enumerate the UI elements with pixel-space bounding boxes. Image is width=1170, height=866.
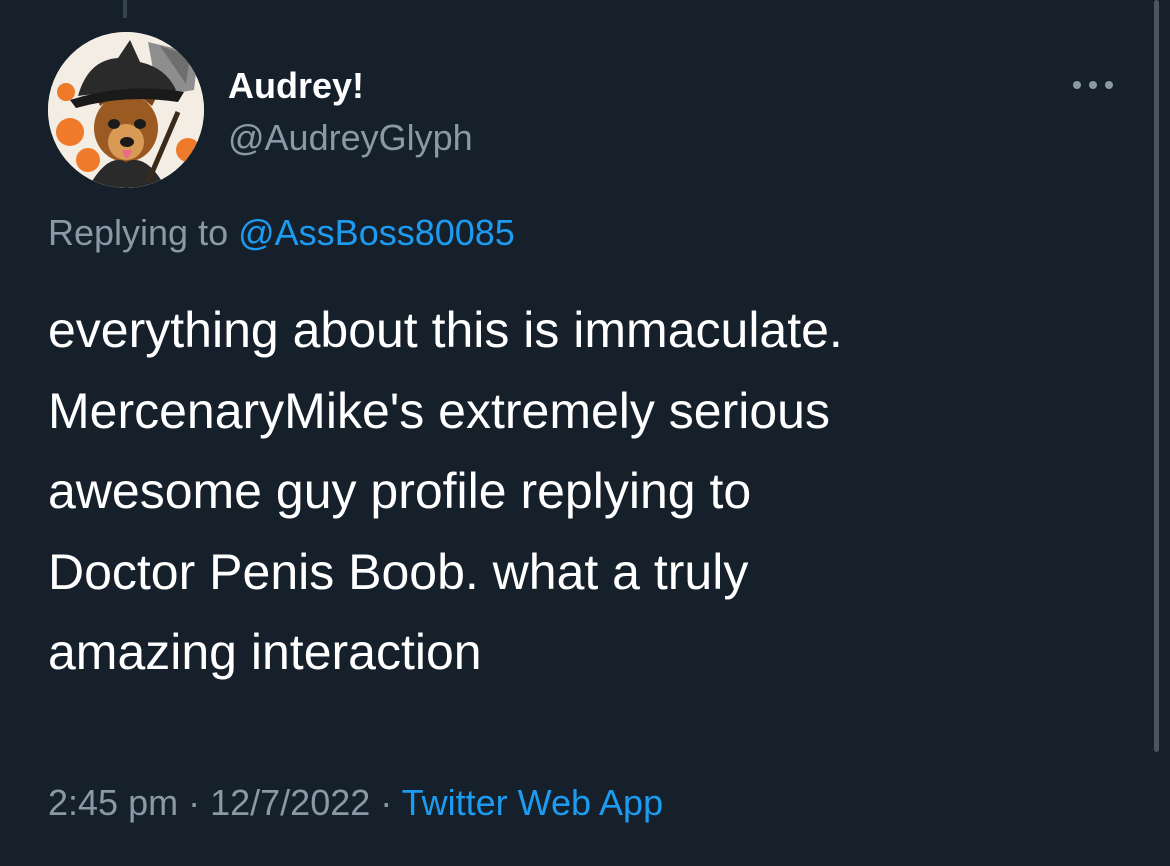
tweet-text: everything about this is immaculate. Mer… (48, 290, 1108, 693)
more-horizontal-icon (1073, 81, 1113, 89)
tweet-text-line: awesome guy profile replying to (48, 463, 752, 519)
tweet-text-line: amazing interaction (48, 624, 482, 680)
author-display-name[interactable]: Audrey! (228, 66, 364, 106)
tweet-source-link[interactable]: Twitter Web App (402, 782, 663, 823)
meta-separator: · (188, 782, 201, 823)
meta-separator: · (380, 782, 393, 823)
thread-connector-line (123, 0, 127, 18)
scrollbar[interactable] (1154, 0, 1159, 752)
tweet-text-line: Doctor Penis Boob. what a truly (48, 543, 749, 600)
replying-to-label: Replying to (48, 212, 229, 253)
tweet-text-line: MercenaryMike's extremely serious (48, 382, 830, 439)
replying-to: Replying to @AssBoss80085 (48, 212, 515, 254)
more-options-button[interactable] (1068, 70, 1118, 100)
replying-to-mention-link[interactable]: @AssBoss80085 (238, 212, 515, 253)
author-handle[interactable]: @AudreyGlyph (228, 118, 473, 158)
avatar[interactable] (48, 32, 204, 188)
tweet-metadata: 2:45 pm · 12/7/2022 · Twitter Web App (48, 782, 663, 824)
tweet-text-line: everything about this is immaculate. (48, 302, 843, 358)
tweet-date[interactable]: 12/7/2022 (210, 782, 370, 823)
avatar-dog-witch-hat-icon (48, 32, 204, 188)
tweet-time[interactable]: 2:45 pm (48, 782, 178, 823)
